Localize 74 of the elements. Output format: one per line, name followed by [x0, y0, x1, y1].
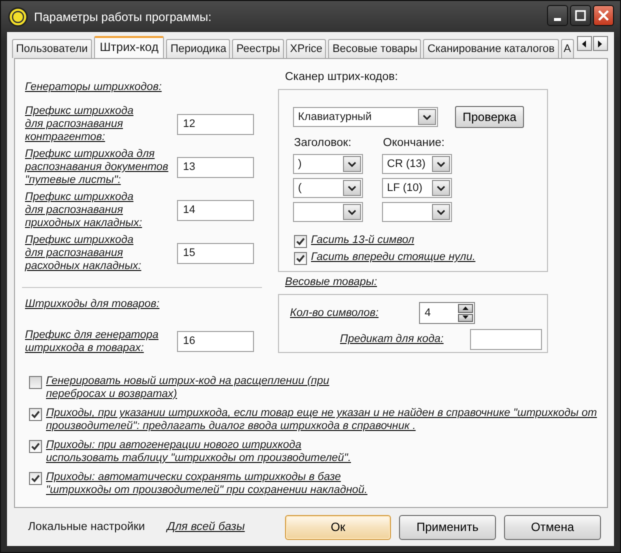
caret-icon [437, 210, 445, 214]
window-title: Параметры работы программы: [34, 10, 212, 24]
scroll-right-button[interactable] [592, 36, 608, 51]
input-field[interactable]: 14 [177, 200, 254, 221]
caret-icon [437, 162, 445, 166]
field-label: Префикс штрихкода для распознавания приходных накладных: [25, 191, 144, 230]
checkbox-label: Приходы: при автогенерации нового штрихкода использовать таблицу "штрихкоды от производителей". [46, 439, 351, 465]
field-label: Префикс для генератора штрихкода в товарах: [25, 328, 160, 354]
checkbox-label: Гасить 13-й символ [311, 234, 414, 247]
caret-icon [348, 162, 356, 166]
field-label: Префикс штрихкода для распознавания контрагентов: [25, 105, 134, 144]
checkbox[interactable] [294, 235, 307, 248]
tab[interactable]: Весовые товары [328, 39, 422, 58]
close-button[interactable] [593, 4, 614, 26]
caret-icon [348, 186, 356, 190]
checkbox-label: Приходы: автоматически сохранять штрихкоды в базе "штрихкоды от производителей" при сохранении накладной. [46, 471, 368, 497]
tab[interactable]: Штрих-код [94, 36, 164, 58]
section-heading: Генераторы штрихкодов: [25, 81, 163, 95]
dropdown[interactable]: ( [293, 178, 363, 198]
maximize-button[interactable] [570, 4, 591, 26]
checkbox-label: Гасить впереди стоящие нули. [311, 251, 476, 264]
caret-icon [423, 114, 431, 120]
field-label: Кол-во символов: [290, 306, 379, 320]
app-icon [8, 6, 28, 26]
caret-icon [348, 210, 356, 214]
up-arrow-icon [462, 306, 469, 311]
tab[interactable]: Периодика [166, 39, 230, 58]
section-heading: Штрихкоды для товаров: [25, 298, 160, 312]
down-arrow-icon [462, 315, 469, 320]
tab[interactable]: XPrice [286, 39, 326, 58]
tab[interactable]: А [560, 39, 574, 58]
dialog-button[interactable]: Отмена [504, 514, 601, 540]
dialog-button[interactable]: Ок [285, 514, 391, 540]
minimize-icon [554, 18, 561, 20]
settings-label: Локальные настройки [28, 521, 145, 533]
right-arrow-icon [597, 40, 604, 48]
field-label: Префикс штрихкода для распознавания документов "путевые листы": [25, 148, 170, 187]
caret-icon [437, 186, 445, 190]
left-arrow-icon [581, 40, 588, 48]
field-label: Окончание: [383, 137, 446, 150]
input-field[interactable]: 13 [177, 157, 254, 178]
dropdown[interactable] [293, 202, 363, 222]
field-label: Префикс штрихкода для распознавания расходных накладных: [25, 234, 142, 273]
input-field[interactable]: 16 [177, 331, 254, 352]
close-icon [598, 10, 609, 20]
tab[interactable]: Реестры [232, 39, 284, 58]
checkbox-label: Приходы, при указании штрихкода, если товар еще не указан и не найден в справочнике "штрихкоды от производителей": предлагать диалог ввода штрихкода в справочник . [46, 407, 597, 433]
dropdown[interactable]: CR (13) [382, 154, 452, 174]
check-button[interactable]: Проверка [455, 106, 524, 128]
checkbox[interactable] [29, 376, 42, 389]
tab[interactable]: Сканирование каталогов [423, 39, 559, 58]
minimize-button[interactable] [547, 4, 568, 26]
dropdown[interactable]: ) [293, 154, 363, 174]
spinner[interactable]: 4 [418, 302, 475, 324]
field-label: Заголовок: [294, 137, 352, 150]
dialog-button[interactable]: Применить [399, 514, 496, 540]
dropdown[interactable]: LF (10) [382, 178, 452, 198]
maximize-icon [575, 10, 586, 20]
field-label: Предикат для кода: [340, 333, 444, 346]
checkbox[interactable] [29, 472, 42, 485]
checkbox-label: Генерировать новый штрих-код на расщеплении (при перебросах и возвратах) [46, 375, 330, 401]
input-field[interactable] [470, 329, 542, 350]
input-field[interactable]: 15 [177, 243, 254, 264]
checkbox[interactable] [294, 252, 307, 265]
dropdown[interactable]: Клавиатурный [293, 107, 438, 127]
tab[interactable]: Пользователи [12, 39, 92, 58]
scroll-left-button[interactable] [576, 36, 592, 51]
input-field[interactable]: 12 [177, 114, 254, 135]
checkbox[interactable] [29, 408, 42, 421]
section-heading: Сканер штрих-кодов: [285, 71, 399, 83]
global-settings-link[interactable]: Для всей базы [166, 521, 245, 533]
checkbox[interactable] [29, 440, 42, 453]
section-heading: Весовые товары: [285, 276, 378, 289]
dropdown[interactable] [382, 202, 452, 222]
